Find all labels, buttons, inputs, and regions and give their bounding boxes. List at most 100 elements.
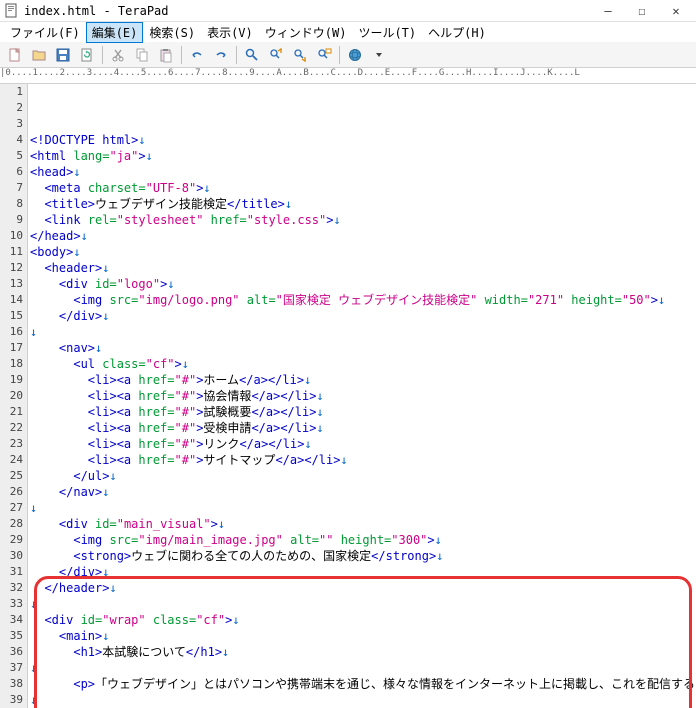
line-number: 21 xyxy=(0,404,23,420)
menu-tool[interactable]: ツール(T) xyxy=(352,22,422,43)
menu-edit[interactable]: 編集(E) xyxy=(86,22,144,43)
toolbar xyxy=(0,42,696,68)
copy-icon[interactable] xyxy=(131,44,153,66)
code-line[interactable]: ↓ xyxy=(30,596,696,612)
undo-icon[interactable] xyxy=(186,44,208,66)
new-file-icon[interactable] xyxy=(4,44,26,66)
line-number: 2 xyxy=(0,100,23,116)
code-editor[interactable]: 1234567891011121314151617181920212223242… xyxy=(0,84,696,708)
code-line[interactable]: <img src="img/main_image.jpg" alt="" hei… xyxy=(30,532,696,548)
line-number: 9 xyxy=(0,212,23,228)
window-controls: — ☐ ✕ xyxy=(592,1,692,21)
find-prev-icon[interactable] xyxy=(265,44,287,66)
code-line[interactable]: <!DOCTYPE html>↓ xyxy=(30,132,696,148)
replace-icon[interactable] xyxy=(313,44,335,66)
line-number: 32 xyxy=(0,580,23,596)
code-line[interactable]: <div id="wrap" class="cf">↓ xyxy=(30,612,696,628)
line-number: 4 xyxy=(0,132,23,148)
code-line[interactable]: <strong>ウェブに関わる全ての人のための、国家検定</strong>↓ xyxy=(30,548,696,564)
line-number: 30 xyxy=(0,548,23,564)
browser-preview-icon[interactable] xyxy=(344,44,366,66)
code-line[interactable]: <div id="logo">↓ xyxy=(30,276,696,292)
line-number: 37 xyxy=(0,660,23,676)
titlebar: index.html - TeraPad — ☐ ✕ xyxy=(0,0,696,22)
code-line[interactable]: <head>↓ xyxy=(30,164,696,180)
code-line[interactable]: <meta charset="UTF-8">↓ xyxy=(30,180,696,196)
code-line[interactable]: <link rel="stylesheet" href="style.css">… xyxy=(30,212,696,228)
code-line[interactable]: <li><a href="#">試験概要</a></li>↓ xyxy=(30,404,696,420)
code-line[interactable]: <img src="img/logo.png" alt="国家検定 ウェブデザイ… xyxy=(30,292,696,308)
line-number: 16 xyxy=(0,324,23,340)
menu-search[interactable]: 検索(S) xyxy=(143,22,201,43)
open-file-icon[interactable] xyxy=(28,44,50,66)
menu-window[interactable]: ウィンドウ(W) xyxy=(259,22,353,43)
code-line[interactable]: <div id="main_visual">↓ xyxy=(30,516,696,532)
code-line[interactable]: </nav>↓ xyxy=(30,484,696,500)
find-icon[interactable] xyxy=(241,44,263,66)
code-area[interactable]: <!DOCTYPE html>↓<html lang="ja">↓<head>↓… xyxy=(28,84,696,708)
minimize-button[interactable]: — xyxy=(592,1,624,21)
code-line[interactable]: <li><a href="#">サイトマップ</a></li>↓ xyxy=(30,452,696,468)
line-number: 19 xyxy=(0,372,23,388)
code-line[interactable]: <h1>本試験について</h1>↓ xyxy=(30,644,696,660)
code-line[interactable]: </div>↓ xyxy=(30,308,696,324)
code-line[interactable]: <li><a href="#">協会情報</a></li>↓ xyxy=(30,388,696,404)
code-line[interactable]: <header>↓ xyxy=(30,260,696,276)
paste-icon[interactable] xyxy=(155,44,177,66)
line-number: 26 xyxy=(0,484,23,500)
code-line[interactable]: <li><a href="#">ホーム</a></li>↓ xyxy=(30,372,696,388)
code-line[interactable]: <title>ウェブデザイン技能検定</title>↓ xyxy=(30,196,696,212)
code-line[interactable]: ↓ xyxy=(30,500,696,516)
code-line[interactable]: <li><a href="#">リンク</a></li>↓ xyxy=(30,436,696,452)
line-number: 15 xyxy=(0,308,23,324)
line-number: 7 xyxy=(0,180,23,196)
cut-icon[interactable] xyxy=(107,44,129,66)
line-number: 14 xyxy=(0,292,23,308)
line-number: 10 xyxy=(0,228,23,244)
line-number: 34 xyxy=(0,612,23,628)
code-line[interactable]: ↓ xyxy=(30,692,696,708)
line-number: 20 xyxy=(0,388,23,404)
code-line[interactable]: <html lang="ja">↓ xyxy=(30,148,696,164)
line-number: 12 xyxy=(0,260,23,276)
line-number: 11 xyxy=(0,244,23,260)
code-line[interactable]: <li><a href="#">受検申請</a></li>↓ xyxy=(30,420,696,436)
line-number: 1 xyxy=(0,84,23,100)
menubar: ファイル(F) 編集(E) 検索(S) 表示(V) ウィンドウ(W) ツール(T… xyxy=(0,22,696,42)
line-number: 6 xyxy=(0,164,23,180)
line-number: 17 xyxy=(0,340,23,356)
code-line[interactable]: </header>↓ xyxy=(30,580,696,596)
ruler: |0....1....2....3....4....5....6....7...… xyxy=(0,68,696,84)
code-line[interactable]: <body>↓ xyxy=(30,244,696,260)
code-line[interactable]: <nav>↓ xyxy=(30,340,696,356)
menu-file[interactable]: ファイル(F) xyxy=(4,22,86,43)
reload-icon[interactable] xyxy=(76,44,98,66)
code-line[interactable]: <main>↓ xyxy=(30,628,696,644)
code-line[interactable]: </ul>↓ xyxy=(30,468,696,484)
line-number: 8 xyxy=(0,196,23,212)
line-number: 39 xyxy=(0,692,23,708)
line-number: 31 xyxy=(0,564,23,580)
find-next-icon[interactable] xyxy=(289,44,311,66)
line-number: 22 xyxy=(0,420,23,436)
window-title: index.html - TeraPad xyxy=(24,4,592,18)
save-icon[interactable] xyxy=(52,44,74,66)
line-number: 3 xyxy=(0,116,23,132)
browser-dropdown-icon[interactable] xyxy=(368,44,390,66)
code-line[interactable]: <p>「ウェブデザイン」とはパソコンや携帯端末を通じ、様々な情報をインターネット… xyxy=(30,676,696,692)
line-number: 13 xyxy=(0,276,23,292)
line-number-gutter: 1234567891011121314151617181920212223242… xyxy=(0,84,28,708)
code-line[interactable]: ↓ xyxy=(30,660,696,676)
code-line[interactable]: ↓ xyxy=(30,324,696,340)
maximize-button[interactable]: ☐ xyxy=(626,1,658,21)
separator xyxy=(339,46,340,64)
close-button[interactable]: ✕ xyxy=(660,1,692,21)
code-line[interactable]: </head>↓ xyxy=(30,228,696,244)
line-number: 23 xyxy=(0,436,23,452)
redo-icon[interactable] xyxy=(210,44,232,66)
app-icon xyxy=(4,3,20,19)
menu-view[interactable]: 表示(V) xyxy=(201,22,259,43)
code-line[interactable]: <ul class="cf">↓ xyxy=(30,356,696,372)
code-line[interactable]: </div>↓ xyxy=(30,564,696,580)
menu-help[interactable]: ヘルプ(H) xyxy=(422,22,492,43)
